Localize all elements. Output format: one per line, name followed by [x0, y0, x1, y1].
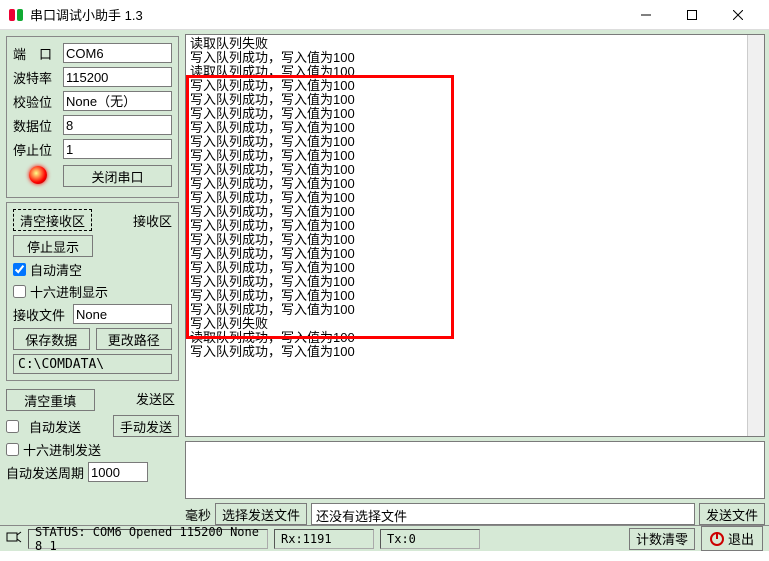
recv-line: 写入队列成功，写入值为100 — [190, 303, 760, 317]
hex-display-checkbox[interactable] — [13, 285, 26, 298]
recv-line: 写入队列成功，写入值为100 — [190, 93, 760, 107]
change-path-button[interactable]: 更改路径 — [96, 328, 173, 350]
scrollbar[interactable] — [747, 35, 764, 436]
clear-count-button[interactable]: 计数清零 — [629, 528, 695, 550]
recv-line: 写入队列成功，写入值为100 — [190, 247, 760, 261]
close-port-button[interactable]: 关闭串口 — [63, 165, 172, 187]
clear-recv-button[interactable]: 清空接收区 — [13, 209, 92, 231]
recv-line: 写入队列成功，写入值为100 — [190, 149, 760, 163]
recv-line: 写入队列成功，写入值为100 — [190, 51, 760, 65]
recv-line: 写入队列成功，写入值为100 — [190, 219, 760, 233]
port-select[interactable]: COM6 — [63, 43, 172, 63]
send-area-label: 发送区 — [101, 389, 180, 411]
auto-send-label: 自动发送 — [29, 417, 81, 436]
databits-label: 数据位 — [13, 116, 63, 135]
recv-line: 写入队列成功，写入值为100 — [190, 261, 760, 275]
recv-area-label: 接收区 — [98, 211, 172, 230]
save-path-display: C:\COMDATA\ — [13, 354, 172, 374]
port-label: 端 口 — [13, 44, 63, 63]
recv-file-select[interactable]: None — [73, 304, 172, 324]
auto-send-checkbox[interactable] — [6, 420, 19, 433]
titlebar: 串口调试小助手 1.3 — [0, 0, 769, 30]
recv-line: 写入队列成功，写入值为100 — [190, 107, 760, 121]
ms-label: 毫秒 — [185, 505, 211, 524]
recv-line: 写入队列成功，写入值为100 — [190, 345, 760, 359]
tx-counter: Tx:0 — [380, 529, 480, 549]
recv-line: 写入队列成功，写入值为100 — [190, 135, 760, 149]
stop-display-button[interactable]: 停止显示 — [13, 235, 93, 257]
recv-control-group: 清空接收区 接收区 停止显示 自动清空 十六进制显示 接收文件 None 保存数… — [6, 202, 179, 381]
hex-display-label: 十六进制显示 — [30, 282, 108, 301]
maximize-button[interactable] — [669, 0, 715, 30]
manual-send-button[interactable]: 手动发送 — [113, 415, 179, 437]
stopbits-label: 停止位 — [13, 140, 63, 159]
close-button[interactable] — [715, 0, 761, 30]
status-text: STATUS: COM6 Opened 115200 None 8 1 — [28, 529, 268, 549]
port-status-icon — [6, 530, 22, 547]
recv-line: 写入队列成功，写入值为100 — [190, 177, 760, 191]
recv-line: 写入队列成功，写入值为100 — [190, 163, 760, 177]
port-settings-group: 端 口 COM6 波特率 115200 校验位 None（无） 数据位 8 停止… — [6, 36, 179, 198]
save-data-button[interactable]: 保存数据 — [13, 328, 90, 350]
receive-textarea[interactable]: 读取队列失败写入队列成功，写入值为100读取队列成功，写入值为100写入队列成功… — [185, 34, 765, 437]
recv-line: 写入队列成功，写入值为100 — [190, 233, 760, 247]
stopbits-select[interactable]: 1 — [63, 139, 172, 159]
auto-clear-checkbox[interactable] — [13, 263, 26, 276]
databits-select[interactable]: 8 — [63, 115, 172, 135]
auto-clear-label: 自动清空 — [30, 260, 82, 279]
send-file-path: 还没有选择文件 — [311, 503, 695, 525]
baud-label: 波特率 — [13, 68, 63, 87]
recv-line: 写入队列成功，写入值为100 — [190, 79, 760, 93]
exit-label: 退出 — [728, 529, 754, 548]
recv-line: 写入队列成功，写入值为100 — [190, 205, 760, 219]
minimize-button[interactable] — [623, 0, 669, 30]
main-area: 读取队列失败写入队列成功，写入值为100读取队列成功，写入值为100写入队列成功… — [185, 30, 769, 525]
parity-select[interactable]: None（无） — [63, 91, 172, 111]
clear-fill-button[interactable]: 清空重填 — [6, 389, 95, 411]
recv-line: 写入队列成功，写入值为100 — [190, 191, 760, 205]
recv-line: 读取队列失败 — [190, 37, 760, 51]
send-control-group: 清空重填 发送区 自动发送 手动发送 十六进制发送 自动发送周期 — [6, 385, 179, 486]
recv-line: 读取队列成功，写入值为100 — [190, 331, 760, 345]
recv-line: 写入队列失败 — [190, 317, 760, 331]
exit-button[interactable]: 退出 — [701, 526, 763, 551]
send-textarea[interactable] — [185, 441, 765, 499]
auto-period-label: 自动发送周期 — [6, 463, 84, 482]
auto-period-input[interactable] — [88, 462, 148, 482]
app-icon — [8, 7, 24, 23]
window-title: 串口调试小助手 1.3 — [30, 5, 623, 24]
select-send-file-button[interactable]: 选择发送文件 — [215, 503, 307, 525]
hex-send-label: 十六进制发送 — [23, 440, 101, 459]
connection-indicator-icon — [29, 166, 47, 184]
recv-file-label: 接收文件 — [13, 305, 73, 324]
sidebar: 端 口 COM6 波特率 115200 校验位 None（无） 数据位 8 停止… — [0, 30, 185, 525]
recv-line: 写入队列成功，写入值为100 — [190, 275, 760, 289]
recv-line: 读取队列成功，写入值为100 — [190, 65, 760, 79]
statusbar: STATUS: COM6 Opened 115200 None 8 1 Rx:1… — [0, 525, 769, 551]
hex-send-checkbox[interactable] — [6, 443, 19, 456]
baud-select[interactable]: 115200 — [63, 67, 172, 87]
parity-label: 校验位 — [13, 92, 63, 111]
recv-line: 写入队列成功，写入值为100 — [190, 121, 760, 135]
send-file-button[interactable]: 发送文件 — [699, 503, 765, 525]
rx-counter: Rx:1191 — [274, 529, 374, 549]
power-icon — [710, 532, 724, 546]
recv-line: 写入队列成功，写入值为100 — [190, 289, 760, 303]
